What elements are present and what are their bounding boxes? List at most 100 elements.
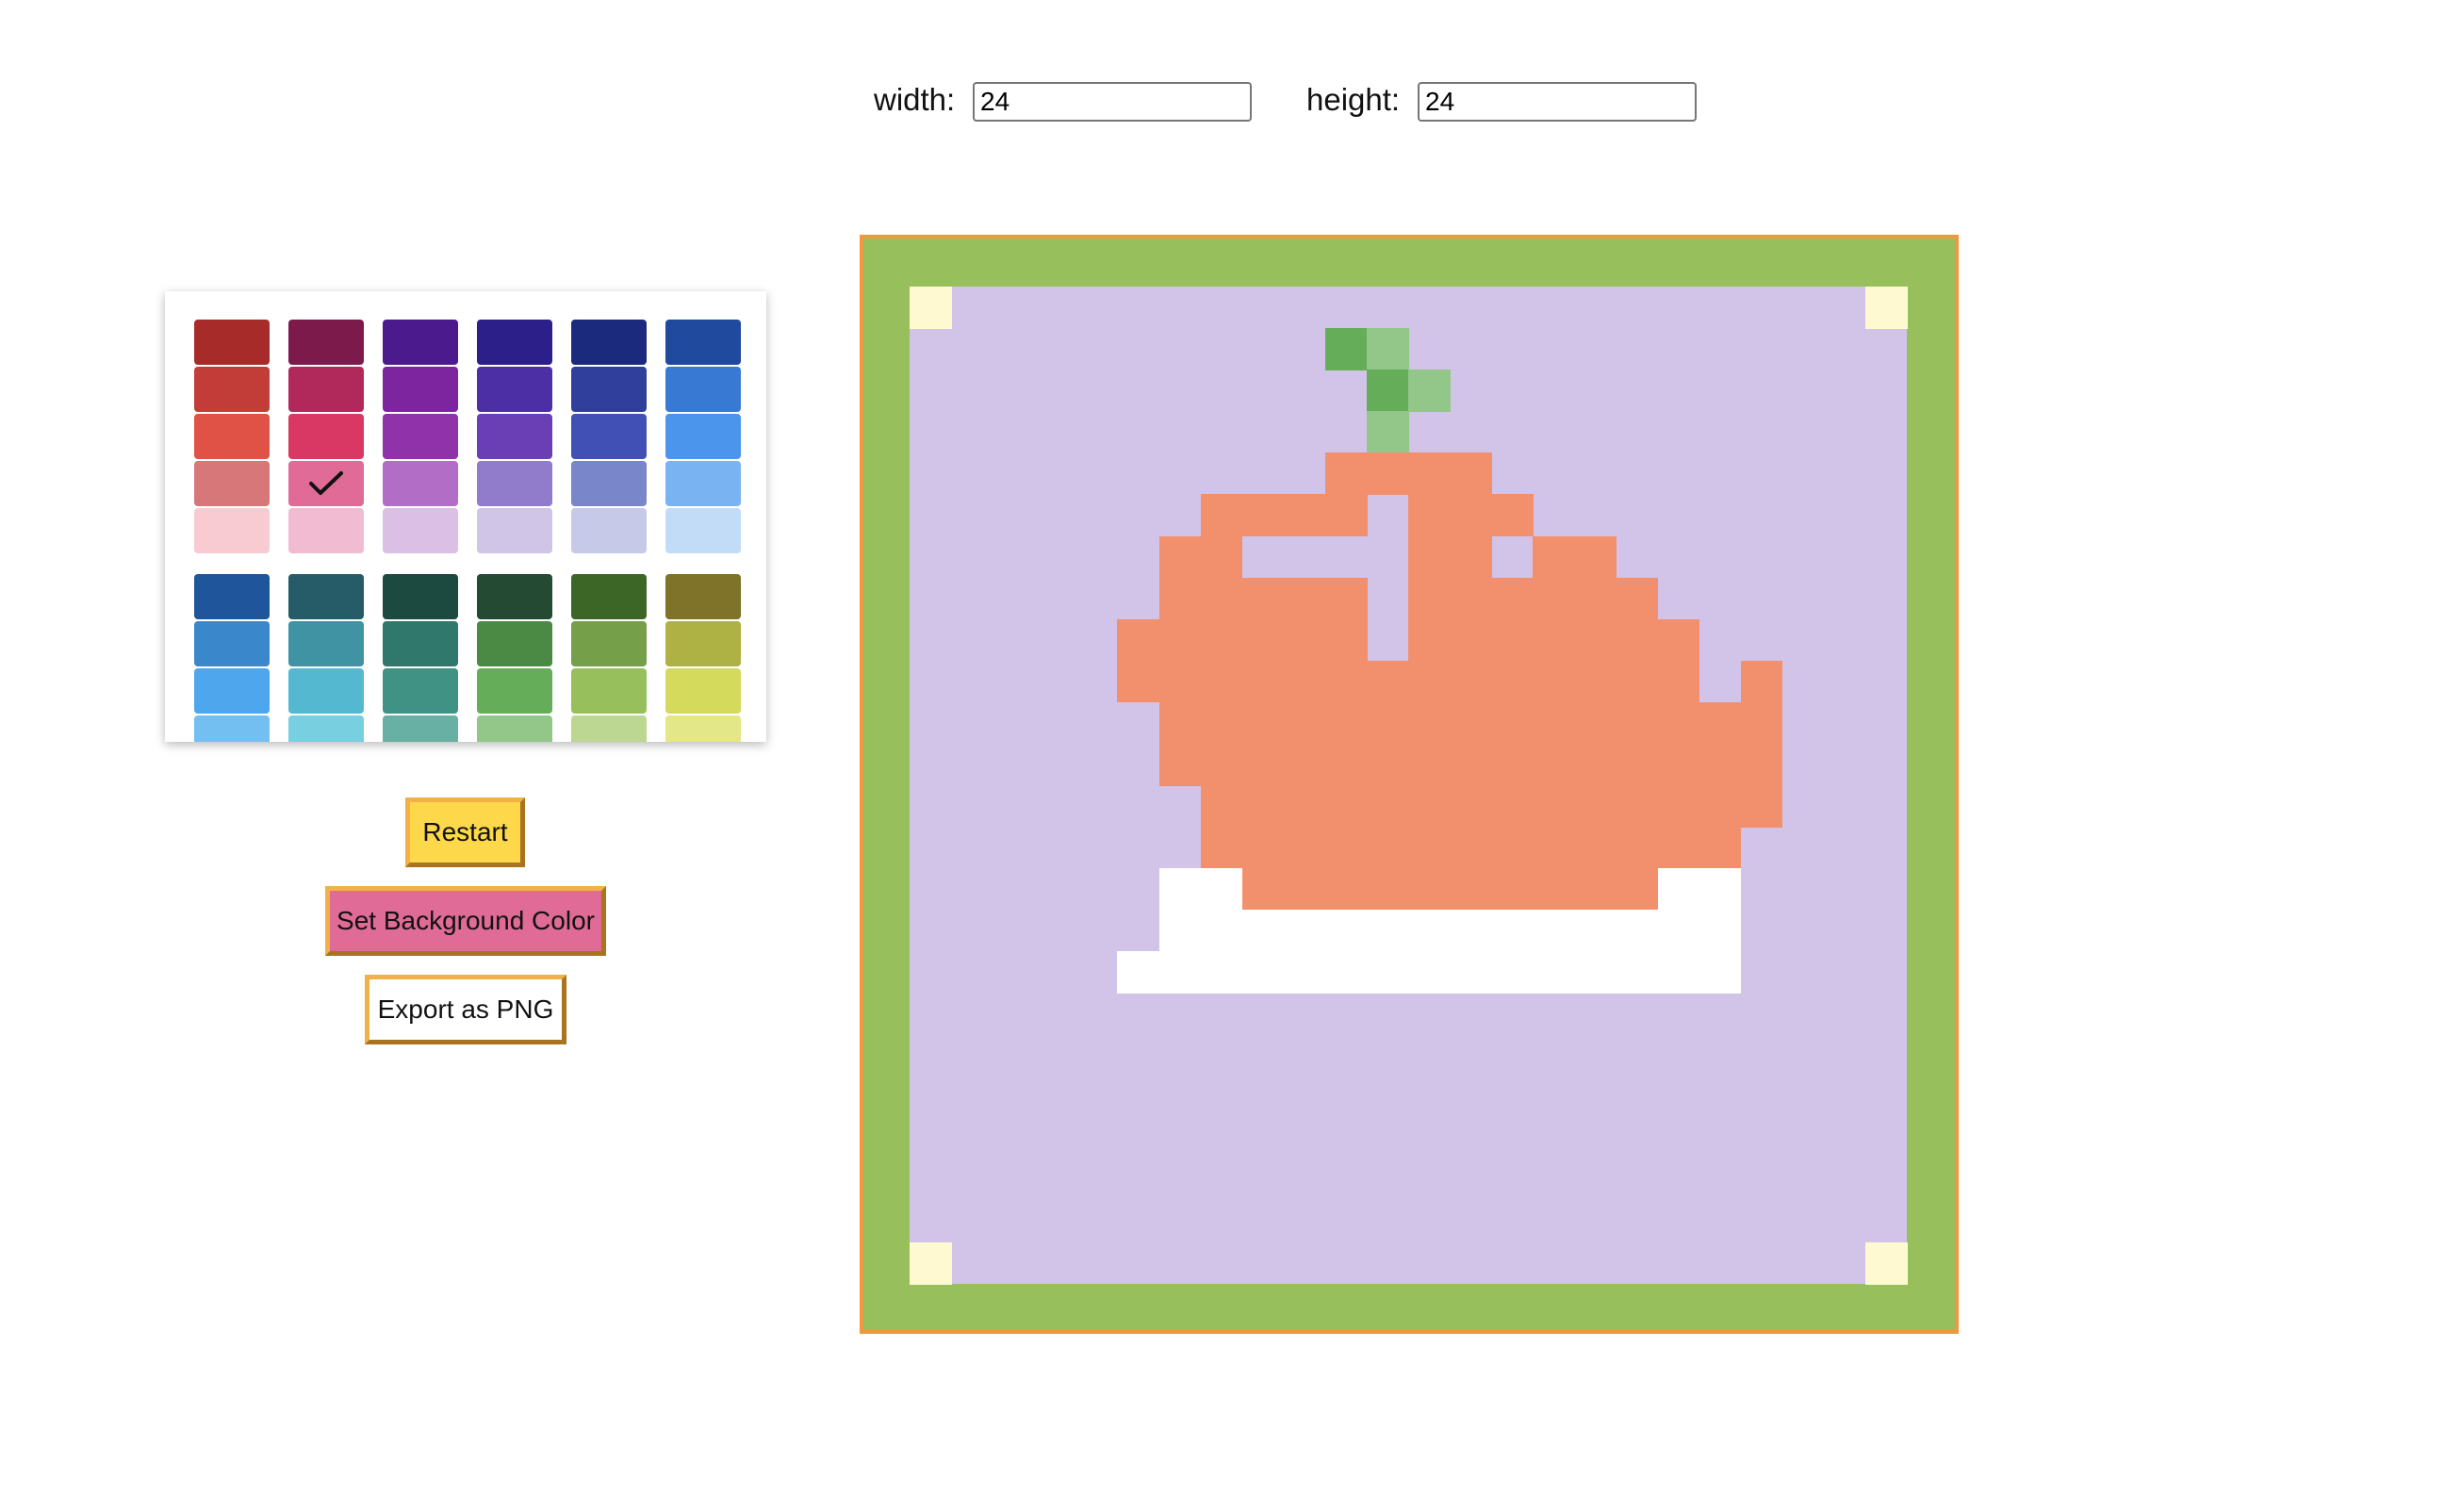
color-swatch[interactable] [477,367,552,412]
pixel[interactable] [1324,868,1368,911]
pixel[interactable] [1574,785,1617,828]
pixel[interactable] [1699,701,1742,745]
pixel[interactable] [1366,868,1409,911]
color-swatch[interactable] [571,715,647,742]
color-swatch[interactable] [477,574,552,619]
pixel[interactable] [1450,618,1492,662]
pixel[interactable] [1491,827,1534,869]
pixel[interactable] [1366,328,1409,370]
pixel[interactable] [1533,743,1575,786]
pixel[interactable] [1533,660,1575,703]
color-swatch[interactable] [571,574,647,619]
color-swatch[interactable] [477,414,552,459]
pixel[interactable] [1699,827,1742,869]
pixel[interactable] [1574,910,1617,952]
pixel[interactable] [1158,618,1202,662]
pixel[interactable] [1450,827,1492,869]
pixel[interactable] [1241,951,1285,994]
pixel[interactable] [1158,743,1202,786]
pixel[interactable] [1241,827,1285,869]
pixel[interactable] [1324,494,1368,537]
pixel[interactable] [1200,785,1243,828]
pixel[interactable] [1657,701,1700,745]
pixel[interactable] [1324,577,1368,620]
pixel[interactable] [1491,951,1534,994]
pixel[interactable] [1324,660,1368,703]
pixel[interactable] [1366,701,1409,745]
pixel[interactable] [1657,660,1700,703]
pixel[interactable] [1408,785,1451,828]
pixel[interactable] [910,287,952,329]
pixel[interactable] [1491,701,1534,745]
restart-button[interactable]: Restart [405,797,525,867]
pixel[interactable] [1450,910,1492,952]
color-swatch[interactable] [288,367,364,412]
pixel[interactable] [1864,287,1908,329]
pixel[interactable] [1158,535,1202,579]
pixel[interactable] [1366,785,1409,828]
color-swatch[interactable] [571,508,647,553]
color-swatch[interactable] [477,715,552,742]
pixel[interactable] [1740,743,1783,786]
pixel[interactable] [1864,1241,1908,1285]
pixel[interactable] [1158,951,1202,994]
set-background-color-button[interactable]: Set Background Color [325,886,606,956]
pixel[interactable] [1450,452,1492,495]
pixel[interactable] [1241,701,1285,745]
pixel[interactable] [1657,827,1700,869]
pixel[interactable] [1366,827,1409,869]
pixel[interactable] [1241,577,1285,620]
color-swatch[interactable] [665,414,741,459]
pixel[interactable] [1533,785,1575,828]
pixel[interactable] [1283,618,1326,662]
pixel[interactable] [1533,618,1575,662]
pixel[interactable] [1533,577,1575,620]
pixel[interactable] [1533,701,1575,745]
pixel[interactable] [1200,494,1243,537]
pixel[interactable] [1200,577,1243,620]
pixel[interactable] [1241,618,1285,662]
pixel[interactable] [1491,743,1534,786]
pixel[interactable] [1408,868,1451,911]
pixel[interactable] [1491,785,1534,828]
pixel[interactable] [1450,494,1492,537]
color-swatch[interactable] [288,668,364,714]
color-swatch[interactable] [571,367,647,412]
width-input[interactable] [973,82,1252,122]
pixel[interactable] [1574,743,1617,786]
color-swatch[interactable] [288,414,364,459]
pixel[interactable] [1200,951,1243,994]
pixel[interactable] [1616,577,1659,620]
pixel[interactable] [1699,910,1742,952]
color-swatch[interactable] [383,574,458,619]
pixel[interactable] [1450,743,1492,786]
pixel[interactable] [1616,827,1659,869]
color-swatch[interactable] [194,621,270,666]
pixel[interactable] [1366,743,1409,786]
pixel[interactable] [1657,785,1700,828]
pixel[interactable] [1283,951,1326,994]
color-swatch[interactable] [571,668,647,714]
pixel[interactable] [1740,660,1783,703]
pixel[interactable] [1200,743,1243,786]
pixel[interactable] [1408,743,1451,786]
pixel[interactable] [1283,701,1326,745]
pixel[interactable] [1117,618,1160,662]
pixel-canvas[interactable] [910,287,1908,1285]
pixel[interactable] [1283,743,1326,786]
pixel[interactable] [1117,660,1160,703]
pixel[interactable] [1657,910,1700,952]
pixel[interactable] [1158,577,1202,620]
pixel[interactable] [1699,743,1742,786]
pixel[interactable] [1616,951,1659,994]
pixel[interactable] [1616,868,1659,911]
color-swatch[interactable] [477,668,552,714]
pixel[interactable] [1574,868,1617,911]
color-swatch-selected[interactable] [288,461,364,506]
pixel[interactable] [1574,827,1617,869]
color-swatch[interactable] [571,621,647,666]
pixel[interactable] [1450,577,1492,620]
color-swatch[interactable] [383,668,458,714]
color-swatch[interactable] [194,367,270,412]
export-png-button[interactable]: Export as PNG [365,975,566,1044]
